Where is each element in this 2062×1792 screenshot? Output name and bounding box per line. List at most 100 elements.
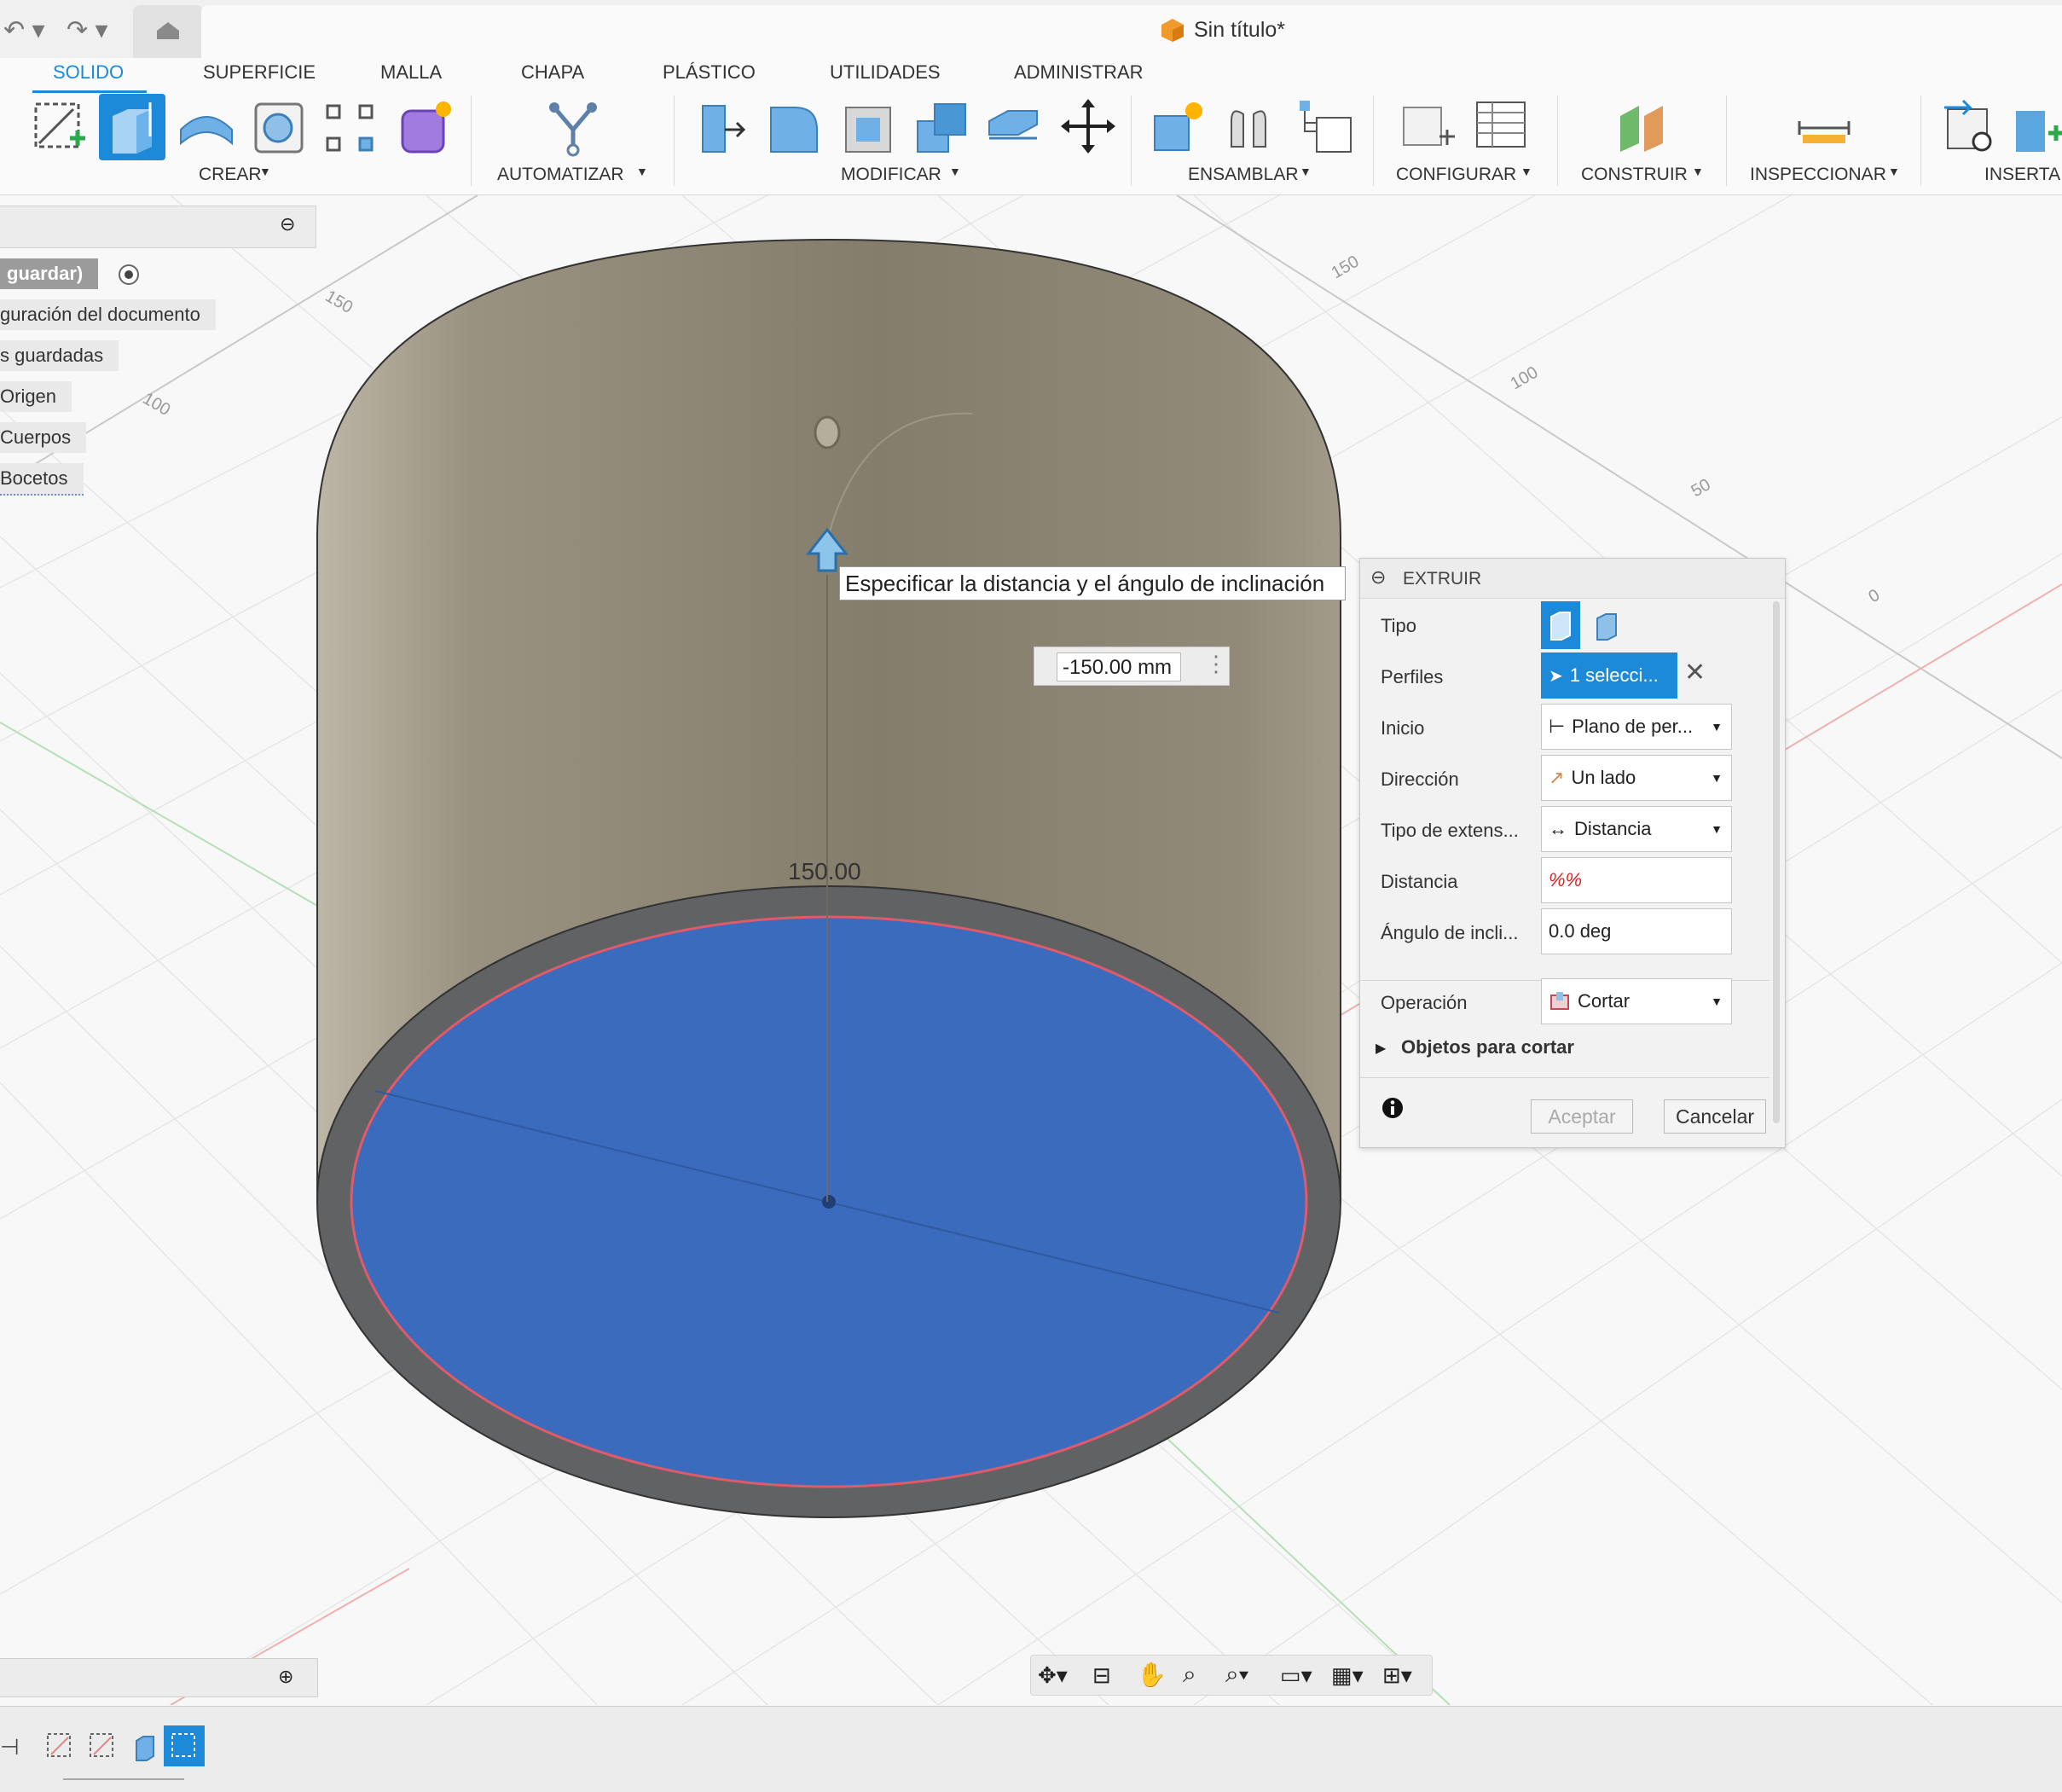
- fit-zoom-icon[interactable]: ⌕▾: [1225, 1661, 1248, 1689]
- thin-extrude-icon[interactable]: [1589, 606, 1628, 646]
- row-label-angulo: Ángulo de incli...: [1381, 922, 1519, 943]
- pan-hand-icon[interactable]: ✋: [1137, 1661, 1167, 1689]
- assembly-tree-icon[interactable]: [1295, 96, 1354, 157]
- active-radio-icon[interactable]: [116, 262, 142, 287]
- extrude-tool-active[interactable]: [99, 94, 165, 160]
- pattern-icon[interactable]: [321, 96, 380, 157]
- group-modificar[interactable]: MODIFICAR: [841, 165, 941, 185]
- offset-face-icon[interactable]: [982, 96, 1042, 157]
- group-divider: [1131, 96, 1132, 186]
- dialog-scrollbar[interactable]: [1773, 601, 1780, 1123]
- move-copy-icon[interactable]: [1057, 96, 1117, 157]
- distance-input[interactable]: %%: [1541, 857, 1732, 903]
- tab-utilidades[interactable]: UTILIDADES: [830, 61, 941, 84]
- timeline: ⊣: [0, 1706, 2062, 1792]
- collapse-icon[interactable]: ⊖: [280, 213, 295, 235]
- look-at-icon[interactable]: ⊟: [1092, 1662, 1111, 1689]
- group-crear[interactable]: CREAR: [199, 165, 262, 185]
- browser-item-settings[interactable]: guración del documento: [0, 299, 216, 330]
- browser-item-label: Bocetos: [0, 467, 68, 489]
- dimension-label: 150.00: [788, 858, 861, 884]
- tooltip: Especificar la distancia y el ángulo de …: [839, 566, 1346, 600]
- start-select[interactable]: ⊢ Plano de per... ▼: [1541, 704, 1732, 750]
- timeline-sketch-icon[interactable]: [85, 1729, 119, 1763]
- type-solid-button[interactable]: [1541, 601, 1580, 649]
- operation-select[interactable]: Cortar ▼: [1541, 978, 1732, 1024]
- revolve-icon[interactable]: [176, 96, 235, 157]
- profile-center-point: [822, 1195, 836, 1209]
- group-inspeccionar[interactable]: INSPECCIONAR: [1750, 165, 1886, 185]
- grid-label: 150: [1329, 252, 1363, 283]
- home-tab[interactable]: [133, 5, 203, 58]
- insert-mcmaster-icon[interactable]: [2007, 96, 2062, 157]
- tab-administrar[interactable]: ADMINISTRAR: [1014, 61, 1144, 84]
- browser-item-label: guración del documento: [0, 304, 200, 325]
- inline-distance-input[interactable]: -150.00 mm: [1057, 652, 1181, 681]
- grid-settings-icon[interactable]: ▦▾: [1331, 1662, 1364, 1689]
- hole-icon[interactable]: [247, 96, 307, 157]
- browser-item-sketches[interactable]: Bocetos: [0, 463, 84, 496]
- navigation-bar: ✥▾ ⊟ ✋ ⌕ ⌕▾ ▭▾ ▦▾ ⊞▾: [1030, 1655, 1433, 1696]
- expand-icon[interactable]: ▶: [1376, 1040, 1386, 1057]
- create-form-icon[interactable]: [396, 96, 455, 157]
- profiles-selection[interactable]: ➤ 1 selecci...: [1541, 652, 1677, 699]
- more-options-icon[interactable]: ⋮: [1205, 651, 1227, 677]
- info-icon[interactable]: [1381, 1096, 1405, 1120]
- new-component-icon[interactable]: [1148, 96, 1208, 157]
- chevron-down-icon: ▼: [949, 165, 961, 178]
- tab-superficie[interactable]: SUPERFICIE: [203, 61, 316, 84]
- group-insertar[interactable]: INSERTA: [1984, 165, 2060, 185]
- direction-select-value: Un lado: [1571, 767, 1636, 788]
- inline-distance-box: -150.00 mm ⋮: [1034, 647, 1230, 686]
- collapse-icon[interactable]: ⊖: [1370, 566, 1386, 589]
- chevron-down-icon: ▼: [1711, 822, 1723, 836]
- viewports-icon[interactable]: ⊞▾: [1382, 1662, 1412, 1689]
- browser-item-document[interactable]: guardar): [0, 258, 99, 289]
- browser-item-bodies[interactable]: Cuerpos: [0, 422, 87, 453]
- undo-icon[interactable]: ↶ ▾: [3, 15, 45, 45]
- chevron-down-icon: ▼: [636, 165, 648, 178]
- direction-select[interactable]: ↗ Un lado ▼: [1541, 755, 1732, 801]
- configure-icon[interactable]: [1399, 96, 1458, 157]
- expand-plus-icon[interactable]: ⊕: [278, 1666, 293, 1688]
- joint-icon[interactable]: [1223, 96, 1283, 157]
- clear-selection-icon[interactable]: ✕: [1684, 658, 1706, 687]
- zoom-icon[interactable]: ⌕: [1183, 1661, 1196, 1689]
- operation-select-value: Cortar: [1578, 990, 1630, 1012]
- create-sketch-icon[interactable]: [31, 96, 90, 157]
- automate-icon[interactable]: [542, 96, 602, 157]
- tab-plastico[interactable]: PLÁSTICO: [663, 61, 756, 84]
- objects-to-cut-section[interactable]: Objetos para cortar: [1401, 1036, 1574, 1058]
- display-settings-icon[interactable]: ▭▾: [1280, 1662, 1312, 1689]
- timeline-end-icon[interactable]: ⊣: [0, 1734, 20, 1760]
- extent-type-select[interactable]: ↔ Distancia ▼: [1541, 806, 1732, 852]
- browser-item-origin[interactable]: Origen: [0, 381, 72, 412]
- combine-icon[interactable]: [911, 96, 970, 157]
- group-ensamblar[interactable]: ENSAMBLAR: [1188, 165, 1299, 185]
- redo-icon[interactable]: ↷ ▾: [67, 15, 108, 45]
- fillet-icon[interactable]: [764, 96, 824, 157]
- timeline-extrude-icon[interactable]: [128, 1729, 162, 1763]
- measure-icon[interactable]: [1794, 96, 1854, 157]
- configuration-table-icon[interactable]: [1472, 96, 1532, 157]
- start-select-value: Plano de per...: [1572, 716, 1694, 737]
- document-tab[interactable]: [201, 5, 2062, 58]
- group-construir[interactable]: CONSTRUIR: [1581, 165, 1688, 185]
- timeline-current-feature[interactable]: [164, 1725, 205, 1766]
- title-bar: ↶ ▾ ↷ ▾ Sin título*: [0, 0, 2062, 59]
- timeline-sketch-icon[interactable]: [43, 1729, 77, 1763]
- cancel-button[interactable]: Cancelar: [1664, 1099, 1766, 1134]
- tab-malla[interactable]: MALLA: [380, 61, 442, 84]
- group-configurar[interactable]: CONFIGURAR: [1396, 165, 1516, 185]
- tab-chapa[interactable]: CHAPA: [521, 61, 584, 84]
- accept-button[interactable]: Aceptar: [1531, 1099, 1633, 1134]
- shell-icon[interactable]: [837, 96, 897, 157]
- group-automatizar[interactable]: AUTOMATIZAR: [497, 165, 624, 185]
- insert-derive-icon[interactable]: [1939, 96, 1999, 157]
- tab-solido[interactable]: SOLIDO: [53, 61, 124, 84]
- construct-plane-icon[interactable]: [1612, 96, 1671, 157]
- orbit-icon[interactable]: ✥▾: [1038, 1662, 1068, 1689]
- taper-angle-input[interactable]: 0.0 deg: [1541, 908, 1732, 954]
- browser-item-named-views[interactable]: s guardadas: [0, 340, 119, 371]
- press-pull-icon[interactable]: [691, 96, 750, 157]
